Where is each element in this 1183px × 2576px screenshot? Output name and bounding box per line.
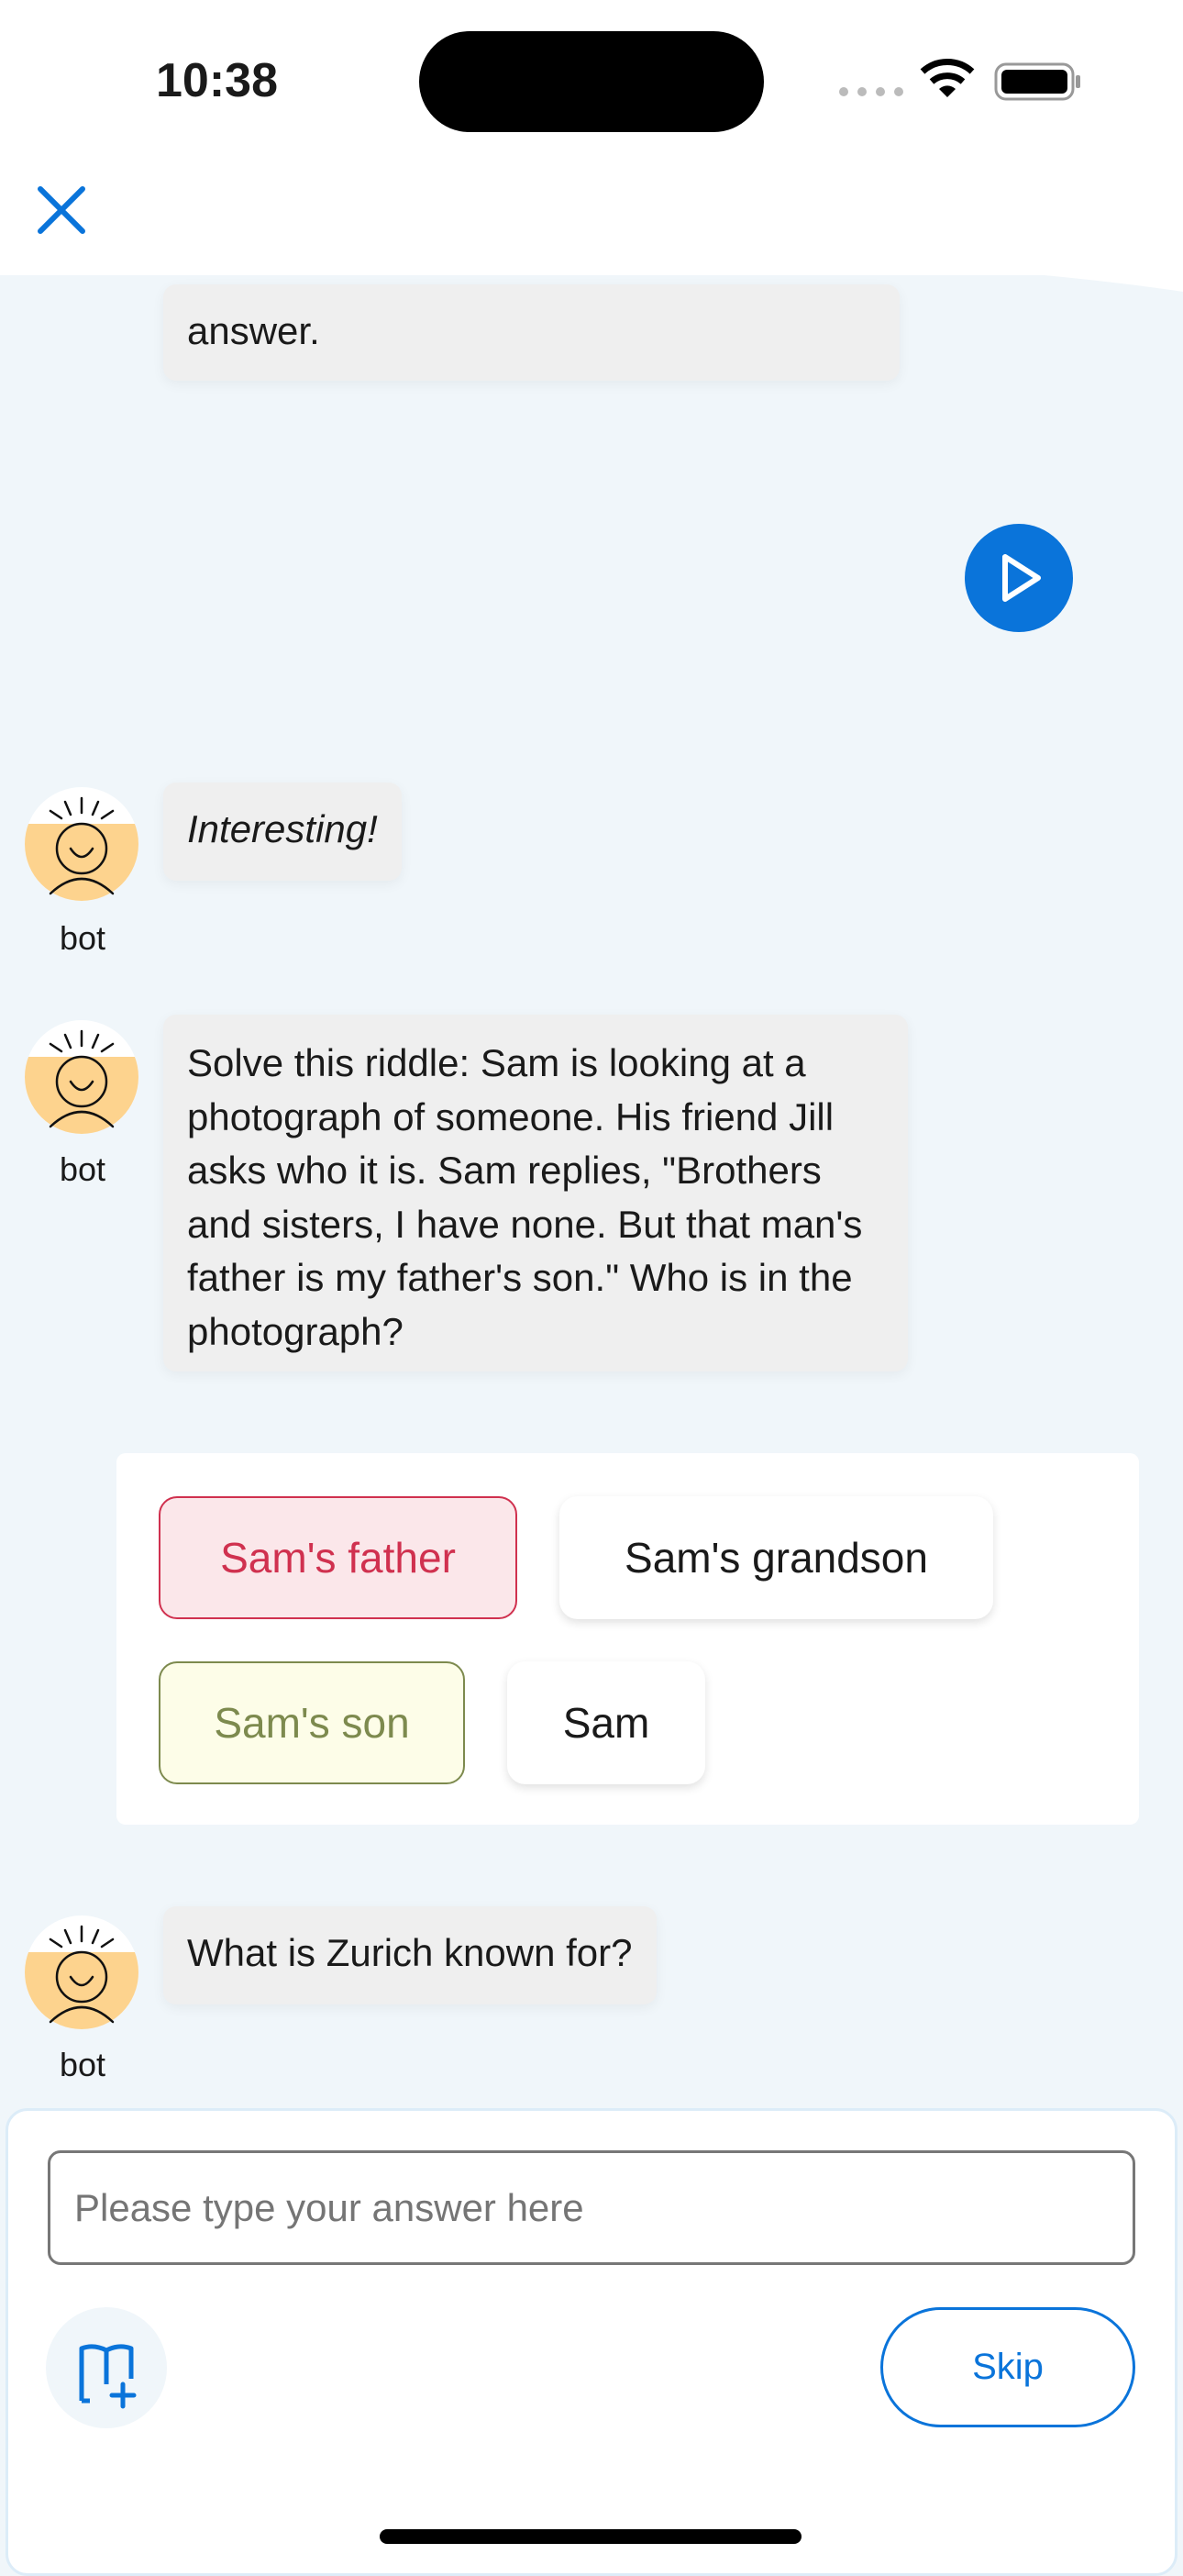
sender-label: bot [59, 2046, 106, 2083]
option-sam[interactable]: Sam [507, 1661, 705, 1784]
bot-avatar [25, 1020, 138, 1138]
bot-avatar-icon [25, 1020, 138, 1134]
option-sams-son[interactable]: Sam's son [159, 1661, 465, 1784]
message-bubble: Interesting! [163, 783, 402, 881]
answer-input[interactable] [48, 2150, 1135, 2265]
status-time: 10:38 [156, 54, 278, 107]
bot-avatar-icon [25, 1915, 138, 2029]
book-plus-icon [79, 2344, 137, 2409]
skip-button[interactable]: Skip [880, 2307, 1135, 2427]
signal-icon [839, 87, 903, 96]
bot-avatar [25, 787, 138, 905]
message-text: Interesting! [187, 807, 378, 850]
option-label: Sam's father [220, 1534, 456, 1582]
message-text: answer. [187, 309, 320, 352]
message-text: Solve this riddle: Sam is looking at a p… [187, 1041, 863, 1353]
play-audio-button[interactable] [965, 524, 1073, 632]
sender-label: bot [59, 1150, 106, 1188]
message-bubble: Solve this riddle: Sam is looking at a p… [163, 1015, 908, 1371]
home-indicator [380, 2529, 802, 2544]
header-wave [0, 229, 1183, 292]
battery-icon [994, 62, 1080, 101]
bot-avatar [25, 1915, 138, 2034]
sender-label: bot [59, 919, 106, 957]
option-label: Sam's son [214, 1699, 410, 1747]
add-to-notebook-button[interactable] [46, 2307, 167, 2428]
options-card: Sam's father Sam's grandson Sam's son Sa… [116, 1453, 1139, 1825]
option-sams-grandson[interactable]: Sam's grandson [559, 1496, 993, 1619]
option-label: Sam [562, 1699, 650, 1747]
skip-label: Skip [972, 2347, 1044, 2387]
bot-avatar-icon [25, 787, 138, 901]
wifi-icon [920, 59, 975, 97]
option-label: Sam's grandson [625, 1534, 928, 1582]
message-text: What is Zurich known for? [187, 1931, 633, 1974]
option-sams-father[interactable]: Sam's father [159, 1496, 517, 1619]
play-icon [1002, 554, 1041, 602]
message-bubble: What is Zurich known for? [163, 1906, 657, 2004]
close-icon[interactable] [37, 185, 86, 235]
dynamic-island [419, 31, 764, 132]
